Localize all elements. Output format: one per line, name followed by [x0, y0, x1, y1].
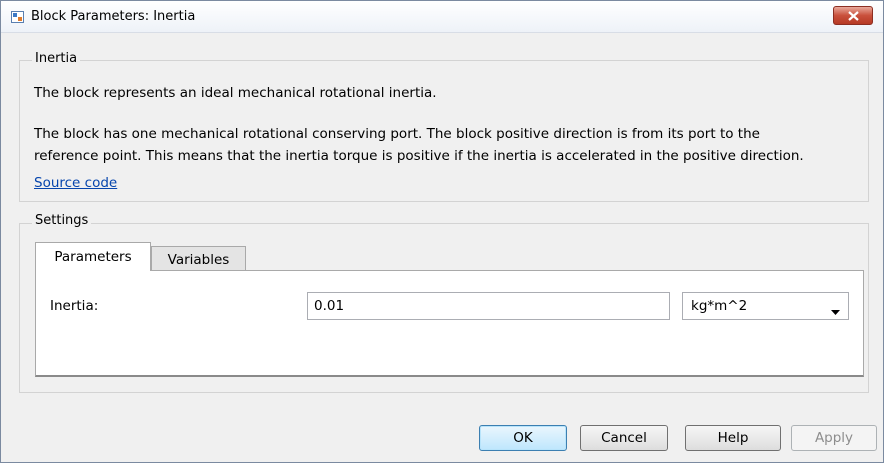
- description-text-line-3: reference point. This means that the ine…: [34, 148, 804, 164]
- tab-parameters-label: Parameters: [54, 249, 132, 265]
- ok-button-label: OK: [513, 430, 533, 446]
- tab-variables[interactable]: Variables: [151, 246, 246, 271]
- help-button[interactable]: Help: [685, 425, 781, 451]
- apply-button[interactable]: Apply: [791, 425, 877, 451]
- window-title: Block Parameters: Inertia: [31, 9, 196, 24]
- inertia-unit-select[interactable]: kg*m^2: [682, 292, 849, 320]
- inertia-value-field[interactable]: [307, 292, 670, 320]
- description-group-label: Inertia: [32, 51, 81, 66]
- close-button[interactable]: [833, 6, 873, 25]
- parameters-panel: [35, 270, 864, 377]
- cancel-button[interactable]: Cancel: [580, 425, 668, 451]
- chevron-down-icon: [831, 304, 840, 319]
- simulink-block-icon: [11, 10, 25, 24]
- inertia-label: Inertia:: [50, 298, 99, 314]
- dialog-window: Block Parameters: Inertia Inertia The bl…: [0, 0, 884, 463]
- tab-variables-label: Variables: [167, 252, 230, 268]
- source-code-link[interactable]: Source code: [34, 175, 117, 191]
- cancel-button-label: Cancel: [601, 430, 647, 446]
- close-icon: [848, 11, 859, 21]
- ok-button[interactable]: OK: [479, 425, 567, 451]
- tab-parameters[interactable]: Parameters: [35, 242, 151, 271]
- title-bar[interactable]: Block Parameters: Inertia: [1, 1, 883, 33]
- description-text-line-1: The block represents an ideal mechanical…: [34, 85, 437, 101]
- description-text-line-2: The block has one mechanical rotational …: [34, 126, 760, 142]
- help-button-label: Help: [717, 430, 749, 446]
- inertia-unit-value: kg*m^2: [691, 298, 748, 314]
- settings-group-label: Settings: [32, 213, 92, 228]
- apply-button-label: Apply: [814, 430, 854, 446]
